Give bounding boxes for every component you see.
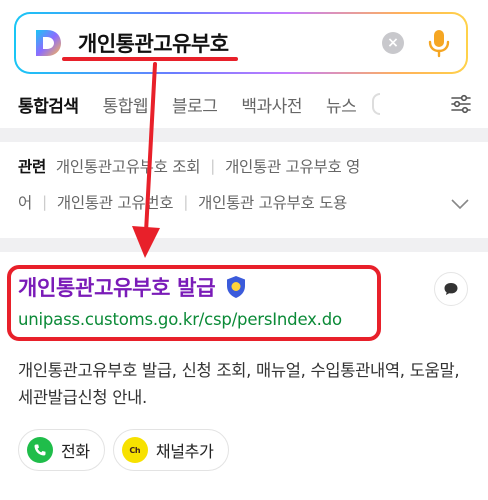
chevron-down-icon[interactable]: [450, 198, 470, 210]
result-description: 개인통관고유부호 발급, 신청 조회, 매뉴얼, 수입통관내역, 도움말, 세관…: [18, 361, 460, 407]
clear-icon[interactable]: ×: [382, 32, 404, 54]
related-title: 관련: [18, 158, 46, 176]
tab-encyclopedia[interactable]: 백과사전: [241, 92, 302, 117]
call-button[interactable]: 전화: [18, 429, 105, 471]
related-link[interactable]: 개인통관 고유번호: [57, 191, 174, 213]
add-channel-label: 채널추가: [155, 442, 214, 461]
tab-integrated-search[interactable]: 통합검색: [18, 92, 79, 117]
annotation-underline: [62, 57, 238, 61]
daum-logo-icon: [36, 30, 61, 56]
tab-news[interactable]: 뉴스: [326, 92, 357, 117]
related-line-1: 관련 개인통관고유부호 조회 | 개인통관 고유부호 영: [18, 148, 470, 184]
speech-bubble-icon: [444, 283, 458, 295]
tab-integrated-web[interactable]: 통합웹: [103, 92, 149, 117]
result-actions: 전화 Ch 채널추가: [18, 429, 470, 471]
related-link[interactable]: 개인통관 고유부호 도용: [198, 191, 347, 213]
microphone-icon[interactable]: [426, 28, 452, 58]
comment-button[interactable]: [434, 272, 468, 306]
divider: |: [41, 193, 47, 211]
search-box[interactable]: 개인통관고유부호 ×: [14, 12, 468, 74]
tab-overflow[interactable]: [372, 93, 381, 115]
filter-settings-icon[interactable]: [450, 93, 472, 115]
related-searches: 관련 개인통관고유부호 조회 | 개인통관 고유부호 영 어 | 개인통관 고유…: [0, 148, 488, 236]
kakao-channel-icon: Ch: [121, 437, 148, 463]
divider: |: [183, 193, 189, 211]
search-tabs: 통합검색 통합웹 블로그 백과사전 뉴스: [0, 84, 488, 124]
call-label: 전화: [61, 442, 90, 461]
section-divider: [0, 128, 488, 142]
related-line-2: 어 | 개인통관 고유번호 | 개인통관 고유부호 도용: [18, 184, 470, 220]
related-link[interactable]: 개인통관 고유부호 영: [225, 155, 360, 177]
add-channel-button[interactable]: Ch 채널추가: [112, 429, 229, 471]
related-link[interactable]: 개인통관고유부호 조회: [56, 155, 201, 177]
search-input[interactable]: 개인통관고유부호: [78, 28, 382, 58]
annotation-highlight-box: [7, 265, 381, 341]
related-link[interactable]: 어: [18, 191, 32, 213]
divider: |: [210, 157, 216, 175]
phone-icon: [27, 437, 53, 463]
search-inner: 개인통관고유부호 ×: [16, 14, 466, 72]
tab-blog[interactable]: 블로그: [172, 92, 218, 117]
section-divider: [0, 238, 488, 252]
